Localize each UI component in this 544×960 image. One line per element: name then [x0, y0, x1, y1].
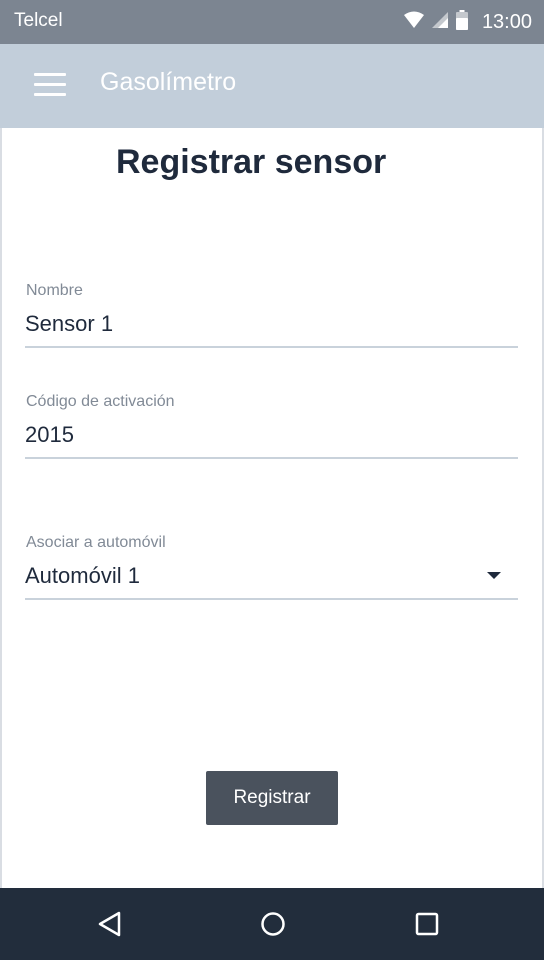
clock: 13:00	[481, 10, 532, 33]
name-field[interactable]: Nombre Sensor 1	[25, 280, 518, 350]
activation-code-field[interactable]: Código de activación 2015	[25, 391, 518, 461]
wifi-icon	[403, 11, 424, 34]
battery-icon	[455, 9, 468, 35]
back-icon[interactable]	[95, 908, 127, 940]
vehicle-label: Asociar a automóvil	[26, 534, 166, 551]
signal-icon	[431, 11, 448, 33]
activation-code-label: Código de activación	[26, 393, 175, 410]
name-input-value[interactable]: Sensor 1	[25, 311, 113, 337]
navigation-bar	[0, 888, 544, 960]
vehicle-select-value[interactable]: Automóvil 1	[25, 563, 140, 589]
status-icons: 13:00	[403, 8, 532, 36]
register-button[interactable]: Registrar	[206, 771, 338, 825]
app-title: Gasolímetro	[100, 68, 237, 96]
name-underline	[25, 346, 518, 348]
vehicle-select[interactable]: Asociar a automóvil Automóvil 1	[25, 532, 518, 602]
menu-icon[interactable]	[34, 73, 66, 97]
app-bar: Gasolímetro	[0, 44, 544, 128]
activation-code-underline	[25, 457, 518, 459]
carrier-label: Telcel	[14, 10, 63, 31]
screen: Telcel 13:00 Gasolímetro Registrar senso…	[0, 0, 544, 960]
activation-code-input-value[interactable]: 2015	[25, 422, 74, 448]
page-title: Registrar sensor	[116, 143, 387, 181]
status-bar: Telcel 13:00	[0, 0, 544, 44]
recents-icon[interactable]	[411, 908, 443, 940]
vehicle-underline	[25, 598, 518, 600]
dropdown-arrow-icon[interactable]	[487, 572, 501, 579]
left-border	[0, 0, 2, 960]
name-label: Nombre	[26, 282, 83, 299]
home-icon[interactable]	[257, 908, 289, 940]
